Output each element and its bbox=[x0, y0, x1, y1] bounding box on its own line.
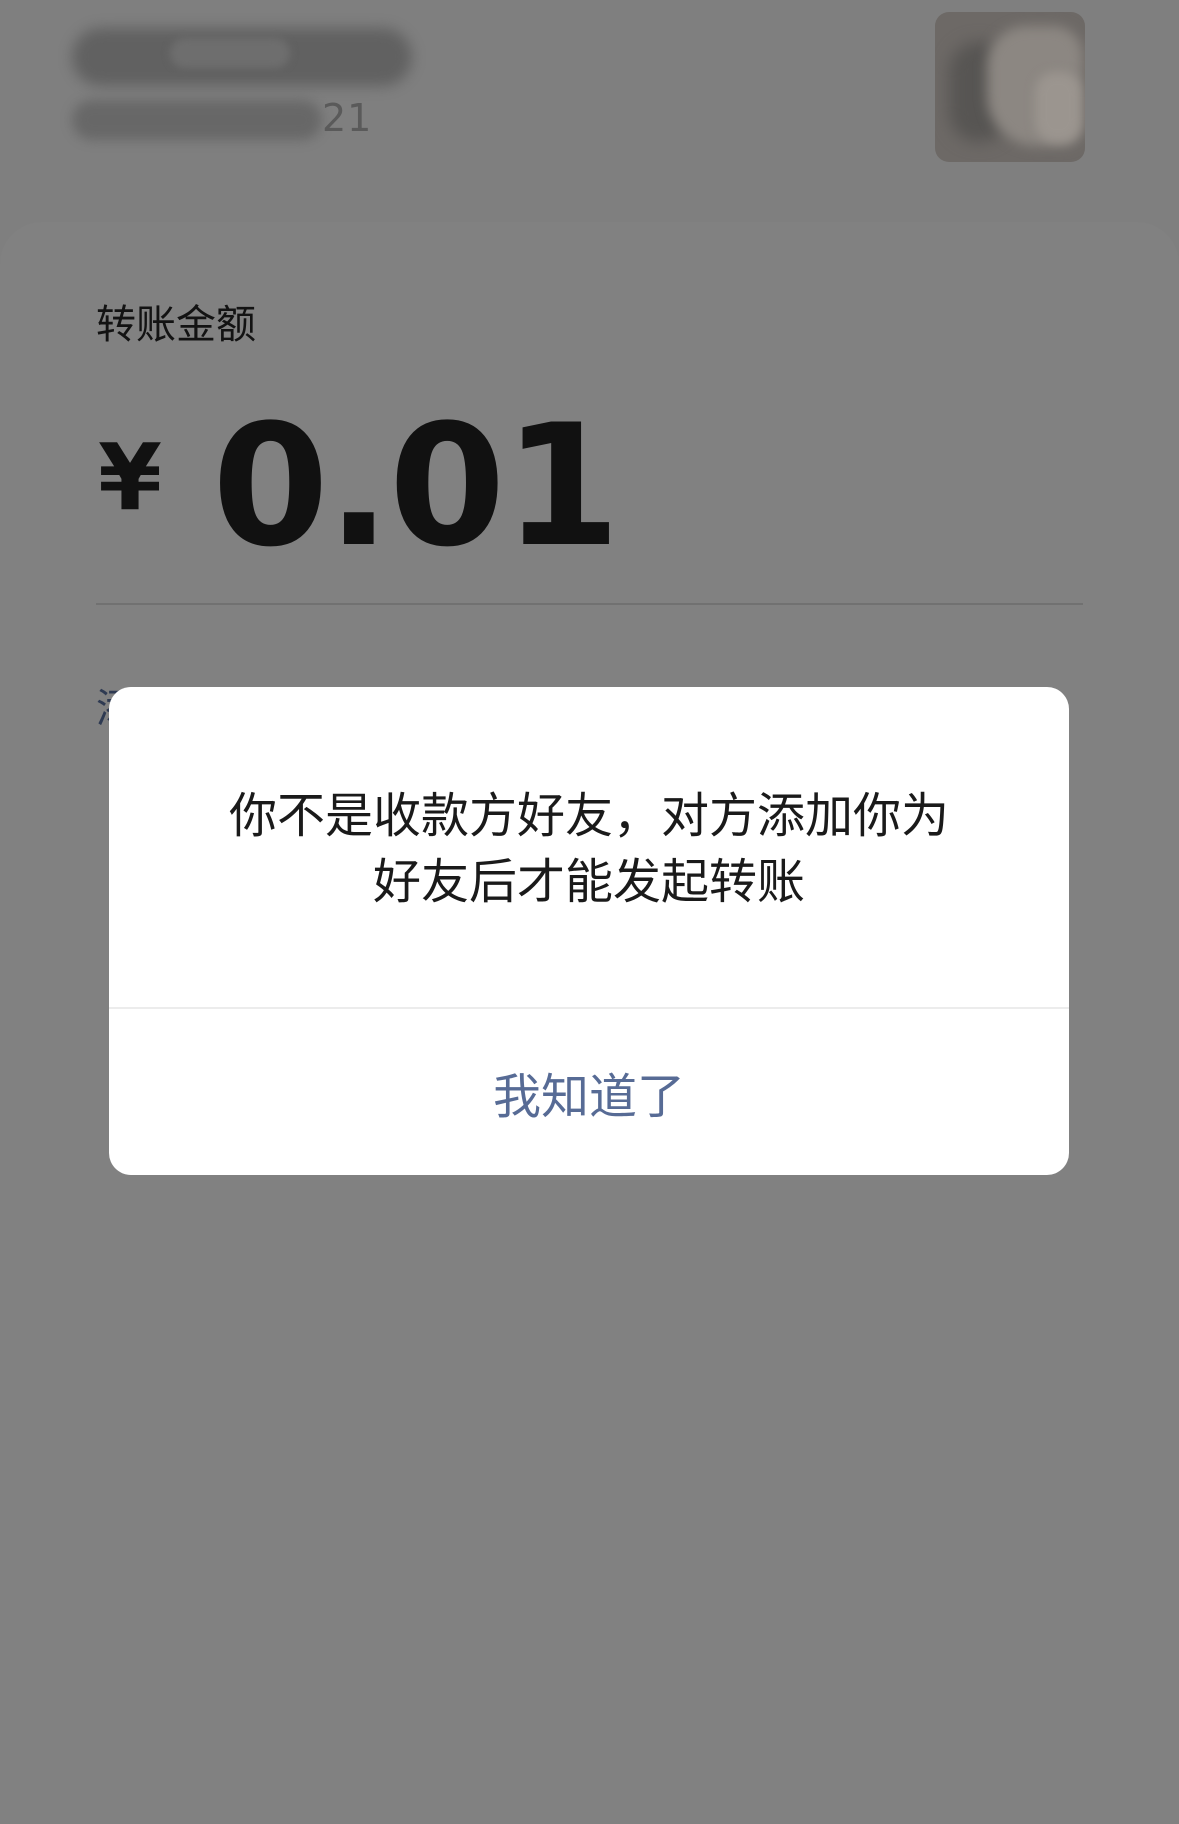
avatar-blur-shape bbox=[1035, 72, 1081, 142]
dialog-message-line: 你不是收款方好友，对方添加你为 bbox=[228, 788, 949, 844]
amount-input[interactable]: 0.01 bbox=[212, 402, 621, 570]
amount-label: 转账金额 bbox=[96, 302, 256, 348]
alert-dialog: 你不是收款方好友，对方添加你为 好友后才能发起转账 我知道了 bbox=[109, 687, 1069, 1175]
recipient-account-redacted bbox=[72, 100, 322, 140]
dialog-message: 你不是收款方好友，对方添加你为 好友后才能发起转账 bbox=[159, 783, 1019, 915]
dialog-message-line: 好友后才能发起转账 bbox=[372, 854, 805, 910]
recipient-account-suffix: 21 bbox=[322, 96, 373, 140]
recipient-avatar bbox=[935, 12, 1085, 162]
confirm-button[interactable]: 我知道了 bbox=[109, 1009, 1069, 1175]
recipient-name-redacted-detail bbox=[170, 38, 290, 68]
currency-symbol: ¥ bbox=[98, 424, 163, 531]
recipient-header: 21 bbox=[0, 0, 1179, 222]
amount-divider bbox=[96, 603, 1083, 605]
